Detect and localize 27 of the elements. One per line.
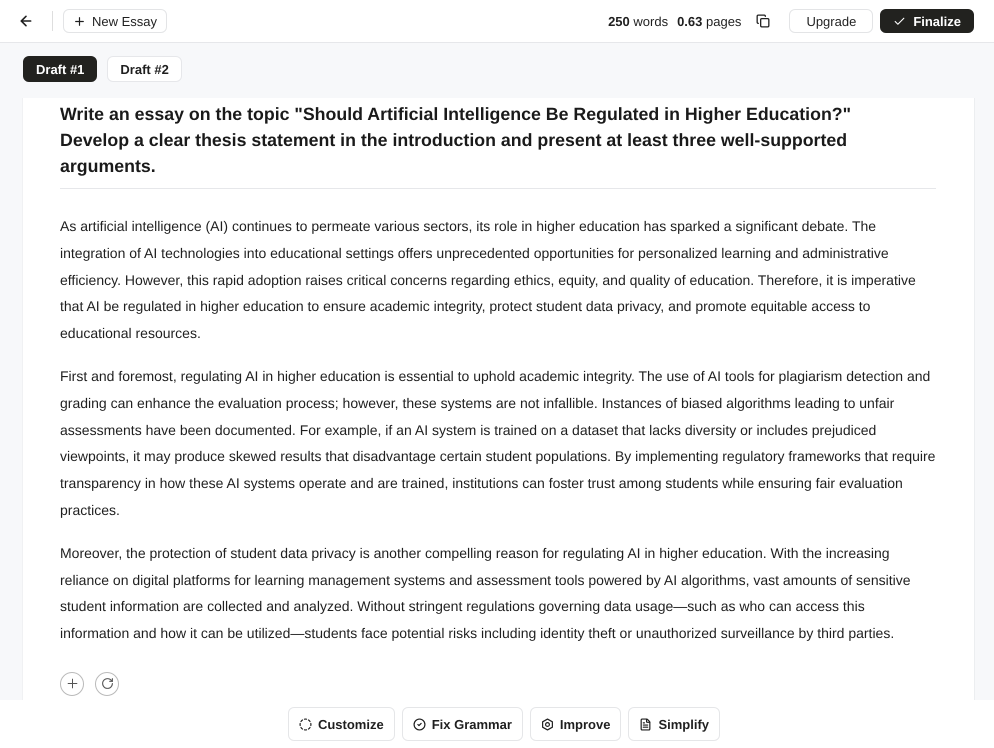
action-button[interactable]: Fix Grammar: [402, 707, 523, 741]
rotate-icon: [100, 677, 114, 690]
essay-paragraph: First and foremost, regulating AI in higher education is essential to uphold academic integrity. The use of AI tools for plagiarism detection and grading can enhance the evaluation process; however, these systems are not infallible. Instances of biased algorithms leading to unfair assessments have been documented. For example, if an AI system is trained on a dataset that lacks diversity or includes prejudiced viewpoints, it may produce skewed results that disadvantage certain student populations. By implementing regulatory frameworks that require transparency in how these AI systems operate and are trained, institutions can foster trust among students while ensuring fair evaluation practices.: [60, 366, 936, 520]
document-stat: 250 words: [608, 14, 668, 28]
action-button[interactable]: Simplify: [628, 707, 720, 741]
hexagon-icon: [540, 718, 554, 730]
essay-paragraph: As artificial intelligence (AI) continues to permeate various sectors, its role in higher education has sparked a significant debate. The integration of AI technologies into educational settings offers unprecedented opportunities for personalized learning and administrative efficiency. However, this rapid adoption raises critical concerns regarding ethics, equity, and quality of education. Therefore, it is imperative that AI be regulated in higher education to ensure academic integrity, protect student data privacy, and promote equitable access to educational resources.: [60, 217, 917, 344]
dashed-circle-icon: [298, 718, 312, 730]
check-icon: [893, 14, 906, 28]
add-button[interactable]: [60, 672, 84, 696]
upgrade-button[interactable]: Upgrade: [789, 9, 874, 33]
essay-prompt: Write an essay on the topic "Should Artificial Intelligence Be Regulated in Higher Education?" Develop a clear thesis statement in the introduction and present at least three well-supported arguments.: [60, 101, 936, 189]
copy-icon: [756, 14, 770, 28]
regenerate-button[interactable]: [95, 672, 119, 696]
action-button[interactable]: Customize: [288, 707, 395, 741]
new-essay-button[interactable]: New Essay: [63, 9, 168, 33]
action-button[interactable]: Improve: [530, 707, 622, 741]
draft-tab[interactable]: Draft #2: [107, 56, 182, 82]
plus-icon: [73, 14, 86, 28]
circle-check-icon: [412, 718, 426, 730]
copy-button[interactable]: [754, 12, 772, 30]
document-icon: [639, 718, 652, 730]
plus-icon: [64, 676, 80, 692]
draft-tab[interactable]: Draft #1: [23, 56, 98, 82]
essay-paragraph: Moreover, the protection of student data privacy is another compelling reason for regulating AI in higher education. With the increasing reliance on digital platforms for learning management systems and assessment tools powered by AI algorithms, vast amounts of sensitive student information are collected and analyzed. Without stringent regulations governing data usage—such as who can access this information and how it can be utilized—students face potential risks including identity theft or unauthorized surveillance by third parties.: [60, 544, 912, 644]
finalize-button[interactable]: Finalize: [880, 9, 974, 33]
document-stat: 0.63 pages: [677, 14, 742, 28]
